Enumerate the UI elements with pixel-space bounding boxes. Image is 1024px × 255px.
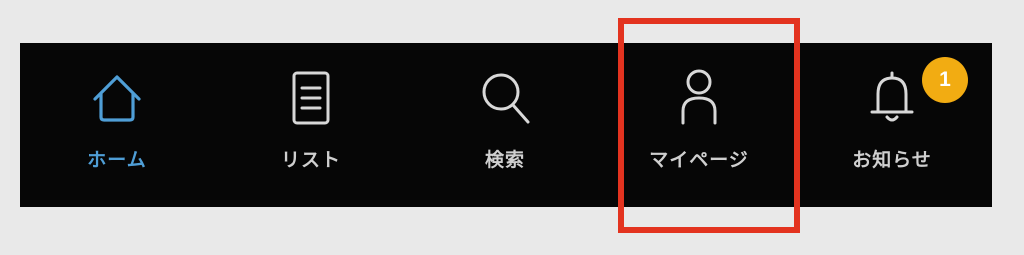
nav-item-mypage[interactable]: マイページ — [624, 43, 774, 207]
nav-item-list[interactable]: リスト — [236, 43, 386, 207]
nav-label-notifications: お知らせ — [852, 149, 932, 171]
nav-item-search[interactable]: 検索 — [430, 43, 580, 207]
nav-label-search: 検索 — [484, 149, 525, 171]
search-icon — [476, 67, 534, 129]
nav-item-home[interactable]: ホーム — [42, 43, 192, 207]
nav-label-mypage: マイページ — [649, 149, 749, 171]
nav-item-notifications[interactable]: 1 お知らせ — [817, 43, 968, 207]
nav-label-list: リスト — [280, 149, 341, 171]
bottom-navigation-bar: ホーム リスト 検索 マイページ 1 お知らせ — [20, 43, 992, 207]
bell-icon — [863, 67, 921, 129]
notification-count-badge: 1 — [922, 57, 968, 103]
home-icon — [88, 67, 146, 129]
nav-label-home: ホーム — [87, 149, 147, 171]
list-icon — [282, 67, 340, 129]
person-icon — [670, 67, 728, 129]
